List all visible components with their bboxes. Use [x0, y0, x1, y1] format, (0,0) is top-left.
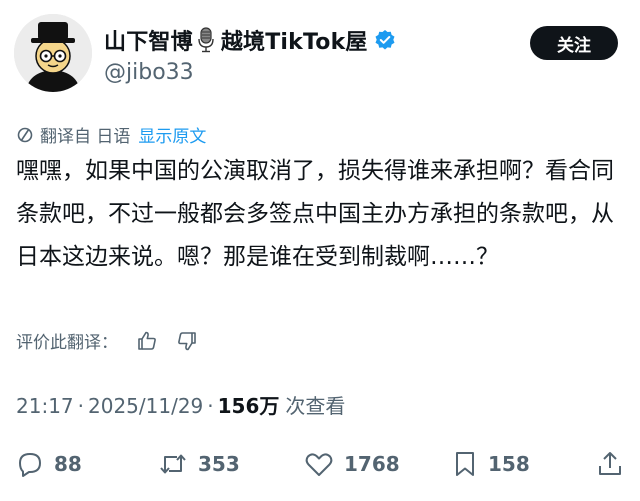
meta-separator: · [207, 394, 214, 418]
views-count: 156万 [217, 394, 280, 418]
repost-icon [160, 454, 186, 474]
share-button[interactable] [596, 440, 634, 488]
author-handle[interactable]: @jibo33 [104, 60, 194, 85]
tweet-meta: 21:17 · 2025/11/29 · 156万 次查看 [16, 390, 345, 419]
bookmark-count: 158 [488, 452, 530, 476]
like-button[interactable]: 1768 [304, 440, 400, 488]
tweet-actions: 88 353 1768 158 [0, 440, 640, 488]
repost-count: 353 [198, 452, 240, 476]
avatar-illustration [14, 14, 92, 92]
follow-button[interactable]: 关注 [530, 26, 618, 60]
author-name-part2: 越境TikTok屋 [220, 30, 368, 55]
tweet-text: 嘿嘿，如果中国的公演取消了，损失得谁来承担啊？看合同条款吧，不过一般都会多签点中… [16, 158, 614, 270]
tweet-time[interactable]: 21:17 [16, 394, 74, 418]
verified-badge-icon [374, 29, 396, 51]
show-original-link[interactable]: 显示原文 [138, 122, 206, 147]
reply-icon [19, 453, 41, 477]
share-icon [599, 452, 621, 475]
translate-icon [16, 126, 34, 144]
bookmark-icon [456, 452, 474, 476]
bookmark-button[interactable]: 158 [452, 440, 530, 488]
tweet-date[interactable]: 2025/11/29 [88, 394, 203, 418]
like-count: 1768 [344, 452, 400, 476]
thumbs-down-icon[interactable] [176, 330, 198, 352]
rate-translation: 评价此翻译： [16, 328, 198, 353]
rate-translation-label: 评价此翻译： [16, 333, 118, 353]
views-label: 次查看 [285, 394, 346, 418]
author-name[interactable]: 山下智博 越境TikTok屋 [104, 24, 396, 56]
meta-separator: · [77, 394, 84, 418]
microphone-icon [197, 27, 215, 53]
avatar[interactable] [14, 14, 92, 92]
author-name-part1: 山下智博 [104, 30, 193, 55]
translated-from-label: 翻译自 日语 [40, 127, 131, 147]
reply-button[interactable]: 88 [16, 440, 82, 488]
reply-count: 88 [54, 452, 82, 476]
heart-icon [305, 453, 333, 476]
repost-button[interactable]: 353 [158, 440, 240, 488]
thumbs-up-icon[interactable] [136, 330, 158, 352]
translation-info: 翻译自 日语 显示原文 [16, 122, 206, 147]
